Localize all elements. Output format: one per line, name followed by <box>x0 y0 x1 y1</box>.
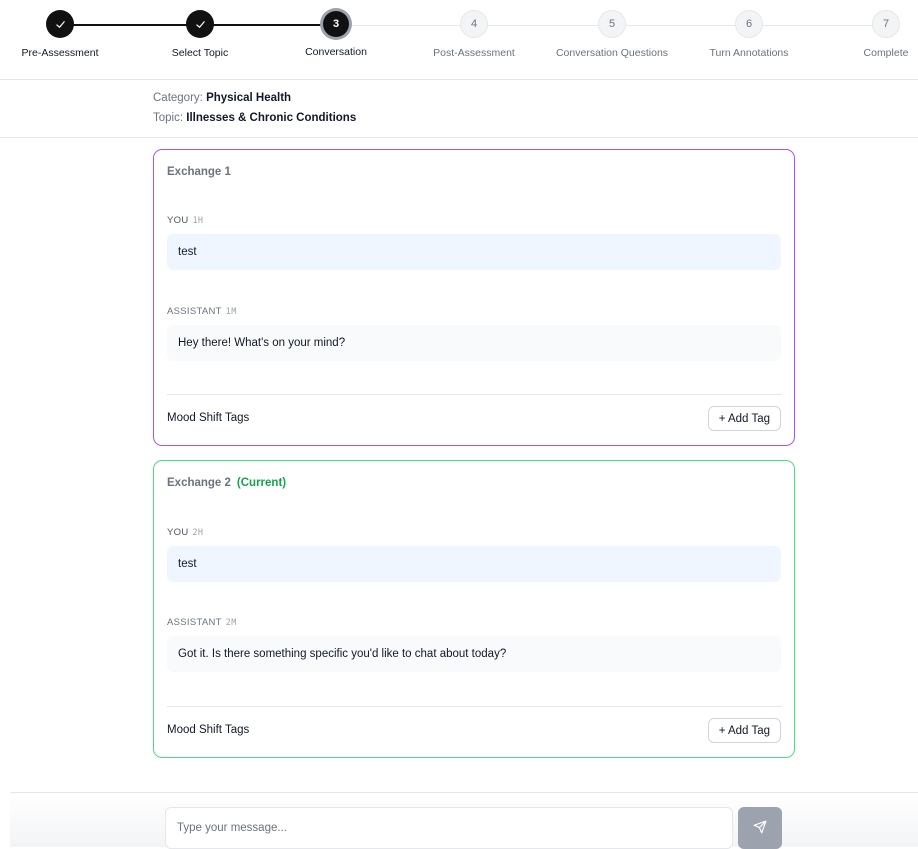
step-label: Conversation <box>305 46 367 58</box>
step-number: 4 <box>460 10 488 38</box>
current-exchange-label: (Current) <box>236 477 287 489</box>
message-composer <box>10 792 918 849</box>
assistant-role-text: ASSISTANT <box>167 306 222 317</box>
exchange-card: Exchange 1 YOU 1H test ASSISTANT 1M Hey th… <box>153 149 795 446</box>
assistant-role-label: ASSISTANT 2M <box>167 617 237 628</box>
user-message: test <box>167 546 781 582</box>
exchange-title-text: Exchange 1 <box>167 166 231 178</box>
step-number: 3 <box>323 11 349 37</box>
user-message: test <box>167 234 781 270</box>
category-value: Physical Health <box>206 92 292 104</box>
step-post-assessment[interactable]: 4 Post-Assessment <box>414 10 534 59</box>
assistant-message: Hey there! What's on your mind? <box>167 325 781 361</box>
step-complete[interactable]: 7 Complete <box>826 10 918 59</box>
user-role-label: YOU 2H <box>167 527 203 538</box>
step-label: Complete <box>863 47 909 59</box>
progress-stepper: Pre-Assessment Select Topic 3 Conversati… <box>0 0 918 80</box>
step-label: Select Topic <box>171 47 229 59</box>
step-label: Conversation Questions <box>555 47 669 59</box>
step-select-topic[interactable]: Select Topic <box>140 10 260 59</box>
step-turn-annotations[interactable]: 6 Turn Annotations <box>689 10 809 59</box>
add-tag-button[interactable]: + Add Tag <box>707 718 781 743</box>
mood-shift-tags-label: Mood Shift Tags <box>167 412 250 424</box>
mood-shift-tags-label: Mood Shift Tags <box>167 724 250 736</box>
assistant-role-text: ASSISTANT <box>167 617 222 628</box>
topic-header: Category: Physical Health Topic: Illness… <box>0 80 918 138</box>
message-input[interactable] <box>165 807 733 849</box>
check-icon <box>186 10 214 38</box>
step-label: Post-Assessment <box>433 47 515 59</box>
assistant-timestamp: 1M <box>225 307 237 317</box>
assistant-role-label: ASSISTANT 1M <box>167 306 237 317</box>
card-divider <box>167 706 781 707</box>
card-divider <box>167 394 781 395</box>
step-pre-assessment[interactable]: Pre-Assessment <box>0 10 120 59</box>
topic-line: Topic: Illnesses & Chronic Conditions <box>153 112 356 124</box>
send-button[interactable] <box>738 807 782 849</box>
step-conversation[interactable]: 3 Conversation <box>276 10 396 58</box>
assistant-message: Got it. Is there something specific you'… <box>167 636 781 672</box>
step-label: Pre-Assessment <box>21 47 99 59</box>
topic-value: Illnesses & Chronic Conditions <box>186 112 357 124</box>
exchange-title: Exchange 1 <box>167 166 231 178</box>
check-icon <box>46 10 74 38</box>
topic-prefix: Topic: <box>153 112 184 124</box>
category-prefix: Category: <box>153 92 203 104</box>
send-icon <box>753 820 767 837</box>
step-number: 6 <box>735 10 763 38</box>
step-label: Turn Annotations <box>709 47 789 59</box>
user-role-label: YOU 1H <box>167 215 203 226</box>
exchange-title-text: Exchange 2 <box>167 477 231 489</box>
add-tag-button[interactable]: + Add Tag <box>707 406 781 431</box>
user-role-text: YOU <box>167 527 189 538</box>
user-timestamp: 2H <box>192 528 204 538</box>
step-conversation-questions[interactable]: 5 Conversation Questions <box>552 10 672 59</box>
step-number: 7 <box>872 10 900 38</box>
category-line: Category: Physical Health <box>153 92 291 104</box>
user-timestamp: 1H <box>192 216 204 226</box>
assistant-timestamp: 2M <box>225 618 237 628</box>
exchange-title: Exchange 2 (Current) <box>167 477 286 489</box>
user-role-text: YOU <box>167 215 189 226</box>
step-number: 5 <box>598 10 626 38</box>
exchange-card-current: Exchange 2 (Current) YOU 2H test ASSISTANT… <box>153 460 795 758</box>
